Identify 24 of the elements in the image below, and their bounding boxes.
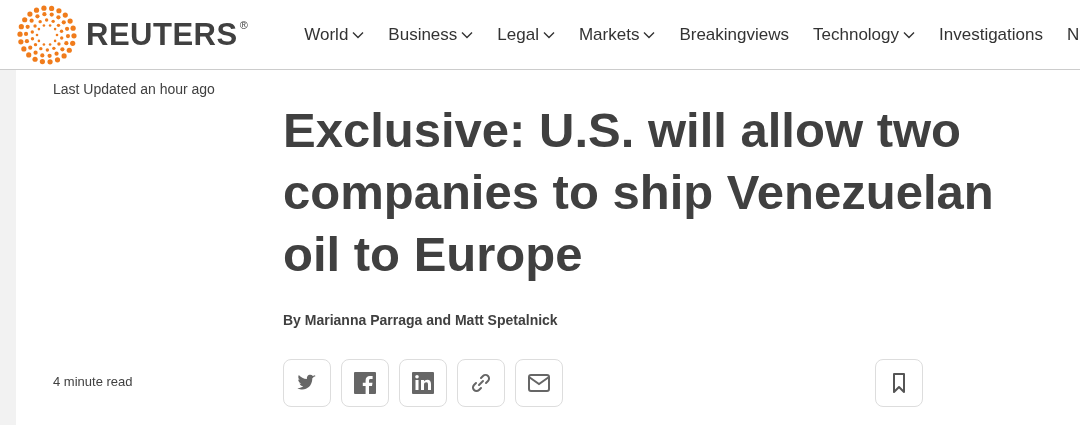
facebook-icon xyxy=(352,370,378,396)
nav-link[interactable]: Business xyxy=(388,24,474,45)
share-button[interactable] xyxy=(457,359,505,407)
logo-icon[interactable] xyxy=(16,3,78,66)
share-button[interactable] xyxy=(515,359,563,407)
nav-link[interactable]: Investigations xyxy=(939,24,1043,45)
logo-wordmark[interactable]: REUTERS xyxy=(86,16,238,53)
linkedin-icon xyxy=(410,370,436,396)
share-button[interactable] xyxy=(341,359,389,407)
headline: Exclusive: U.S. will allow two companies to ship Venezuelan oil to Europe xyxy=(283,102,995,283)
bookmark-icon xyxy=(891,372,907,394)
last-updated-text: Last Updated an hour ago xyxy=(53,81,216,97)
nav-link[interactable]: Legal xyxy=(497,24,555,45)
nav-link[interactable]: Breakingviews xyxy=(679,24,789,45)
share-button[interactable] xyxy=(283,359,331,407)
registered-mark: ® xyxy=(239,18,249,31)
byline: By Marianna Parraga and Matt Spetalnick xyxy=(283,312,559,328)
nav-link[interactable]: Technology xyxy=(813,24,916,45)
share-button[interactable] xyxy=(399,359,447,407)
nav-link[interactable]: N xyxy=(1067,24,1080,45)
read-time-text: 4 minute read xyxy=(53,374,134,389)
bookmark-button[interactable] xyxy=(875,359,923,407)
nav-link[interactable]: World xyxy=(304,24,365,45)
nav-link[interactable]: Markets xyxy=(578,24,656,45)
